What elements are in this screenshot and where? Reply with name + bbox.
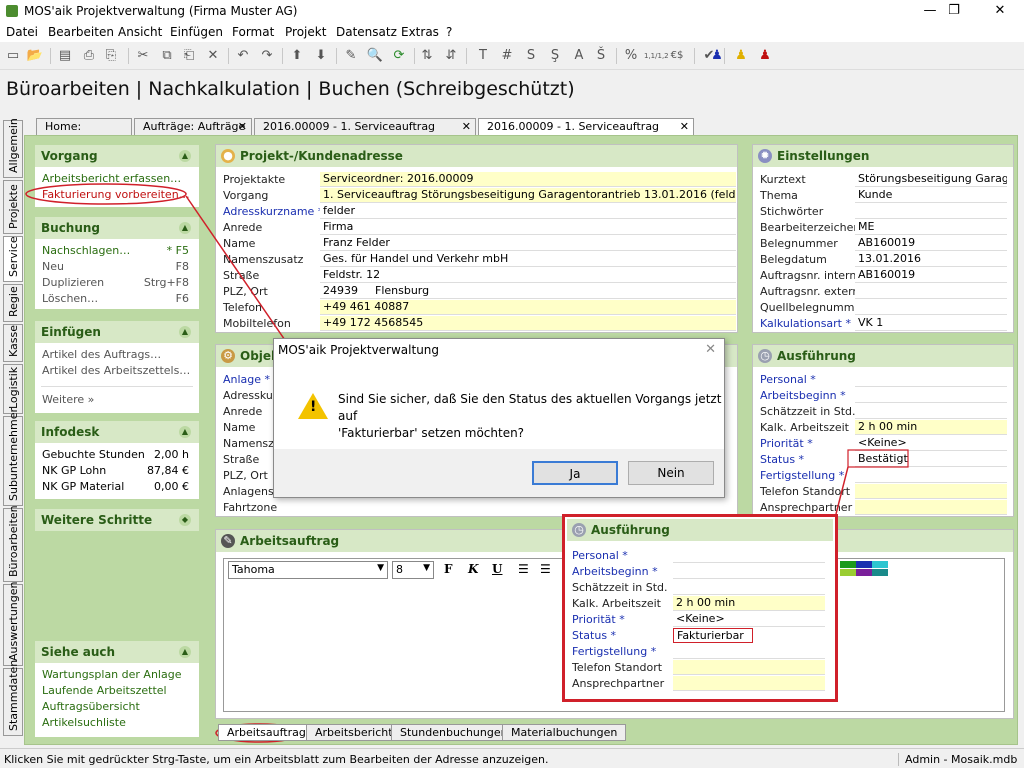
tab-arbeitsauftrag[interactable]: Arbeitsauftrag bbox=[218, 724, 315, 741]
annotation-line bbox=[835, 466, 849, 515]
tab-materialbuchungen[interactable]: Materialbuchungen bbox=[502, 724, 627, 741]
annotation-box bbox=[847, 449, 909, 468]
dialog-title: MOS'aik Projektverwaltung bbox=[278, 343, 440, 357]
annotation-ellipse bbox=[25, 183, 187, 205]
status-user: Admin - Mosaik.mdb bbox=[898, 753, 1017, 766]
dialog-close-button[interactable]: ✕ bbox=[705, 342, 716, 357]
no-button[interactable]: Nein bbox=[628, 461, 714, 485]
warning-icon: ! bbox=[298, 393, 328, 419]
tab-stundenbuchungen[interactable]: Stundenbuchungen bbox=[391, 724, 517, 741]
tab-arbeitsbericht[interactable]: Arbeitsbericht bbox=[306, 724, 402, 741]
yes-button[interactable]: Ja bbox=[532, 461, 618, 485]
dialog-message: Sind Sie sicher, daß Sie den Status des … bbox=[338, 392, 722, 440]
confirm-dialog: MOS'aik Projektverwaltung ✕ ! Sind Sie s… bbox=[273, 338, 725, 498]
status-bar: Klicken Sie mit gedrückter Strg-Taste, u… bbox=[0, 748, 1024, 768]
status-hint: Klicken Sie mit gedrückter Strg-Taste, u… bbox=[4, 753, 549, 766]
